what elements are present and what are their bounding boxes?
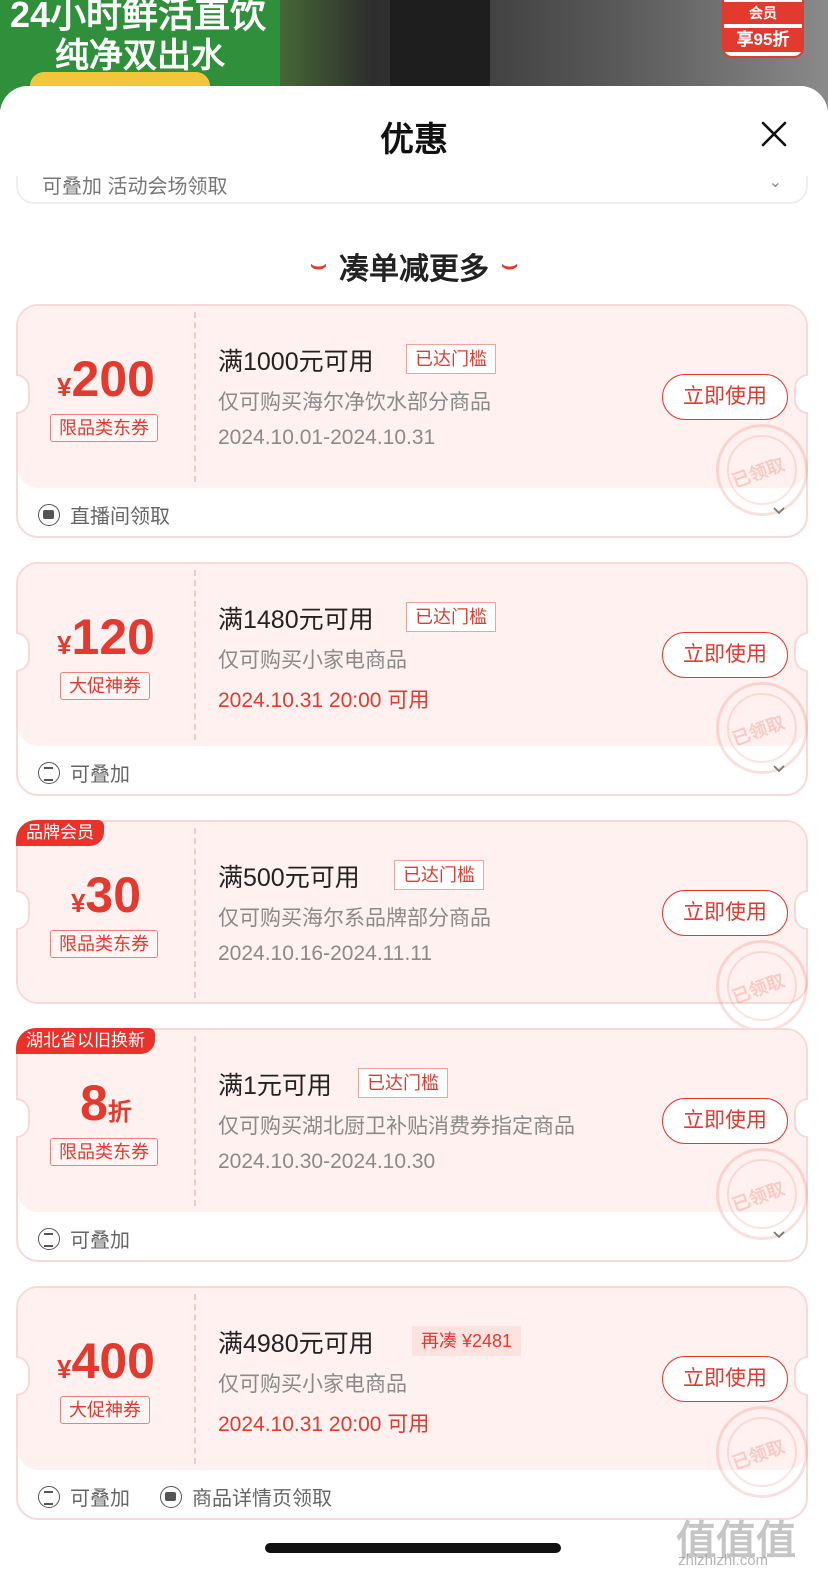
section-title: ⌣ 凑单减更多 ⌣ — [0, 244, 828, 288]
coupon-body: 已领取 ¥400 大促神券 满4980元可用 再凑 ¥2481 仅可购买小家电商… — [18, 1288, 808, 1498]
home-indicator[interactable] — [265, 1543, 561, 1553]
member-badge-label: 会员 — [724, 2, 802, 24]
coupon-sheet: 可叠加 活动会场领取 ⌄ 优惠 ⌣ 凑单减更多 ⌣ 已领取 ¥200 限品类东券 满… — [0, 86, 828, 1575]
watermark-site: zhizhizhi.com — [678, 1552, 769, 1569]
coupon-footer[interactable]: 可叠加 — [18, 1212, 806, 1262]
sheet-header: 优惠 — [0, 86, 828, 176]
coupon-scope: 仅可购买湖北厨卫补贴消费券指定商品 — [218, 1115, 575, 1138]
use-now-button[interactable]: 立即使用 — [662, 1356, 788, 1402]
coupon-body: 已领取 ¥200 限品类东券 满1000元可用 已达门槛 仅可购买海尔净饮水部分… — [18, 306, 808, 516]
coupon-scope: 仅可购买小家电商品 — [218, 1373, 407, 1396]
banner-line-2: 纯净双出水 — [55, 37, 225, 75]
coupon-condition: 满4980元可用 — [218, 1330, 374, 1358]
coupon-condition: 满1000元可用 — [218, 348, 374, 376]
threshold-tag: 已达门槛 — [406, 344, 496, 374]
coupon-validity: 2024.10.31 20:00 可用 — [218, 689, 430, 712]
use-now-button[interactable]: 立即使用 — [662, 890, 788, 936]
coupon-type-tag: 大促神券 — [60, 1396, 150, 1424]
chevron-down-icon[interactable] — [772, 504, 786, 518]
stack-icon — [38, 761, 60, 784]
coupon-validity: 2024.10.16-2024.11.11 — [218, 942, 433, 965]
coupon-card: 已领取 ¥30 限品类东券 品牌会员 满500元可用 已达门槛 仅可购买海尔系品… — [16, 820, 808, 1032]
coupon-card: 已领取 8折 限品类东券 湖北省以旧换新 满1元可用 已达门槛 仅可购买湖北厨卫… — [16, 1028, 808, 1262]
use-now-button[interactable]: 立即使用 — [662, 1098, 788, 1144]
chevron-down-icon[interactable] — [772, 762, 786, 776]
smile-right-icon: ⌣ — [501, 249, 519, 279]
close-icon[interactable] — [754, 114, 794, 154]
coupon-condition: 满500元可用 — [218, 864, 360, 892]
remaining-amount-tag: 再凑 ¥2481 — [412, 1326, 522, 1356]
coupon-condition: 满1元可用 — [218, 1072, 332, 1100]
stack-icon — [38, 1227, 60, 1250]
member-badge: 会员 享95折 — [722, 0, 804, 58]
coupon-amount: ¥30 — [70, 867, 142, 923]
foot-tag: 可叠加 — [38, 758, 130, 787]
coupon-scope: 仅可购买小家电商品 — [218, 649, 407, 672]
coupon-body: 已领取 8折 限品类东券 湖北省以旧换新 满1元可用 已达门槛 仅可购买湖北厨卫… — [16, 1028, 808, 1240]
stack-icon — [38, 1485, 60, 1508]
coupon-body: 已领取 ¥30 限品类东券 品牌会员 满500元可用 已达门槛 仅可购买海尔系品… — [16, 820, 808, 1032]
chevron-down-icon[interactable] — [772, 1228, 786, 1242]
ticket-icon — [38, 503, 60, 526]
coupon-footer[interactable]: 直播间领取 — [18, 488, 806, 538]
coupon-amount: 8折 — [80, 1075, 132, 1131]
foot-tag: 直播间领取 — [38, 500, 170, 529]
coupon-validity: 2024.10.01-2024.10.31 — [218, 426, 436, 449]
coupon-scope: 仅可购买海尔净饮水部分商品 — [218, 391, 491, 414]
threshold-tag: 已达门槛 — [406, 602, 496, 632]
coupon-type-tag: 限品类东券 — [50, 1138, 158, 1166]
ticket-icon — [160, 1485, 182, 1508]
foot-tag: 商品详情页领取 — [160, 1482, 332, 1511]
coupon-body: 已领取 ¥120 大促神券 满1480元可用 已达门槛 仅可购买小家电商品 20… — [18, 564, 808, 774]
coupon-scope: 仅可购买海尔系品牌部分商品 — [218, 907, 491, 930]
foot-tag: 可叠加 — [38, 1224, 130, 1253]
coupon-type-tag: 大促神券 — [60, 672, 150, 700]
coupon-validity: 2024.10.31 20:00 可用 — [218, 1413, 430, 1436]
trade-in-ribbon: 湖北省以旧换新 — [16, 1028, 155, 1054]
coupon-amount: ¥400 — [57, 1333, 155, 1389]
coupon-type-tag: 限品类东券 — [50, 414, 158, 442]
coupon-card: 已领取 ¥200 限品类东券 满1000元可用 已达门槛 仅可购买海尔净饮水部分… — [16, 304, 808, 538]
section-title-text: 凑单减更多 — [339, 253, 489, 286]
smile-left-icon: ⌣ — [309, 249, 327, 279]
member-badge-discount: 享95折 — [724, 28, 802, 52]
coupon-card: 已领取 ¥120 大促神券 满1480元可用 已达门槛 仅可购买小家电商品 20… — [16, 562, 808, 796]
foot-tag: 可叠加 — [38, 1482, 130, 1511]
threshold-tag: 已达门槛 — [394, 860, 484, 890]
use-now-button[interactable]: 立即使用 — [662, 374, 788, 420]
brand-member-ribbon: 品牌会员 — [16, 820, 104, 846]
coupon-type-tag: 限品类东券 — [50, 930, 158, 958]
coupon-footer[interactable]: 可叠加 — [18, 746, 806, 796]
coupon-validity: 2024.10.30-2024.10.30 — [218, 1150, 436, 1173]
coupon-condition: 满1480元可用 — [218, 606, 374, 634]
coupon-amount: ¥200 — [57, 351, 155, 407]
sheet-title: 优惠 — [380, 121, 448, 159]
threshold-tag: 已达门槛 — [358, 1068, 448, 1098]
use-now-button[interactable]: 立即使用 — [662, 632, 788, 678]
coupon-amount: ¥120 — [57, 609, 155, 665]
coupon-card: 已领取 ¥400 大促神券 满4980元可用 再凑 ¥2481 仅可购买小家电商… — [16, 1286, 808, 1520]
claimed-stamp: 已领取 — [716, 940, 808, 1032]
